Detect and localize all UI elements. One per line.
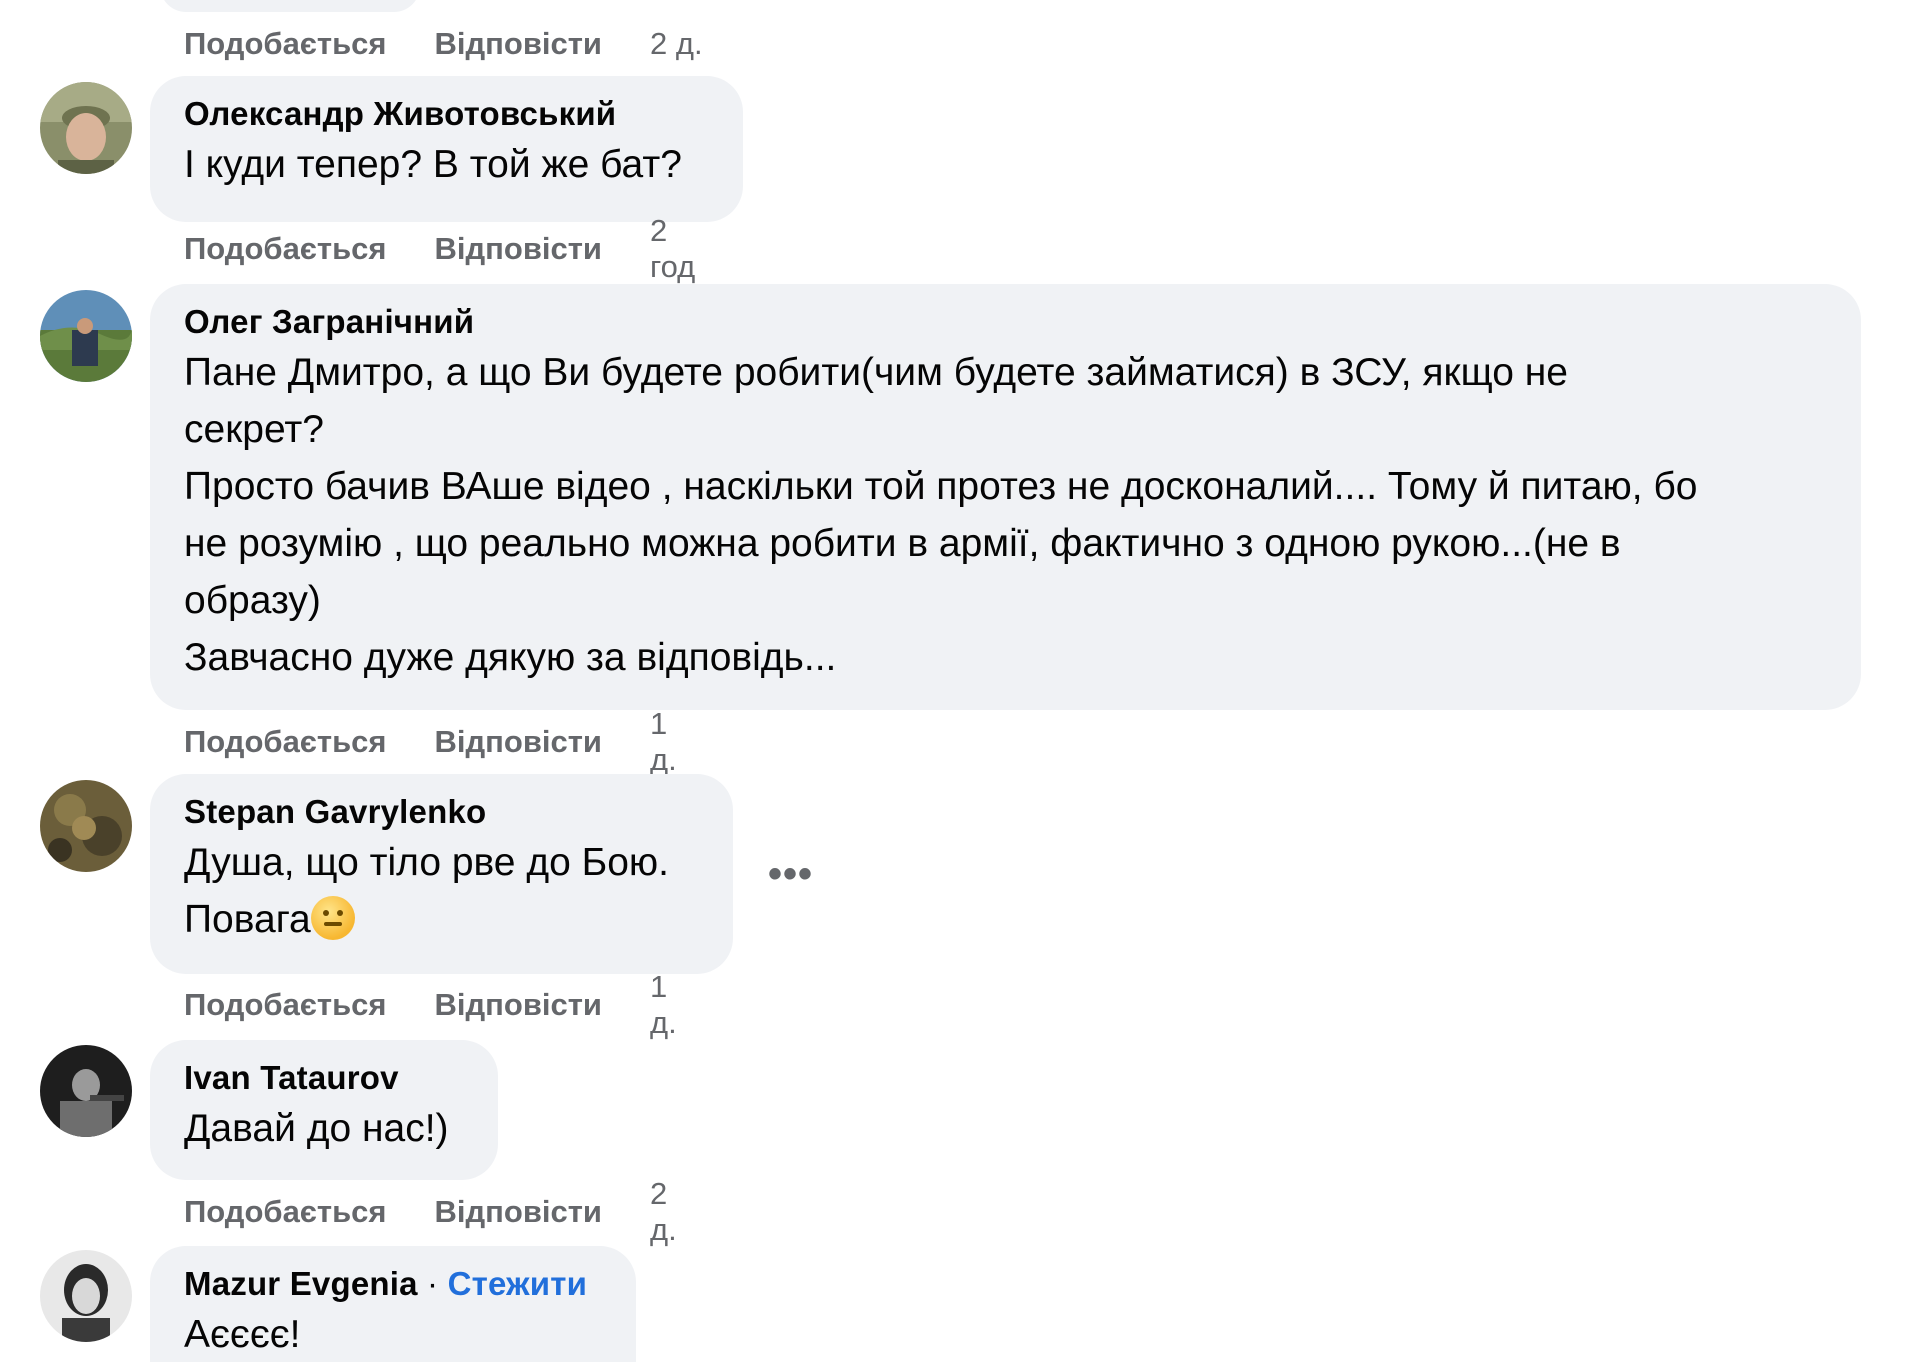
comment-author[interactable]: Ivan Tataurov bbox=[184, 1056, 464, 1100]
comment-timestamp[interactable]: 2 год bbox=[650, 213, 695, 285]
comment-author[interactable]: Олег Загранічний bbox=[184, 300, 1827, 344]
comment-timestamp[interactable]: 2 д. bbox=[650, 26, 703, 62]
previous-comment-actions: Подобається Відповісти 2 д. bbox=[184, 22, 703, 66]
comment-text-line: Повага bbox=[184, 898, 311, 941]
comment-timestamp[interactable]: 1 д. bbox=[650, 706, 677, 778]
comment-actions: Подобається Відповісти 2 год bbox=[184, 213, 695, 284]
comment-bubble: Олег Загранічний Пане Дмитро, а що Ви бу… bbox=[150, 284, 1861, 710]
comment-author[interactable]: Stepan Gavrylenko bbox=[184, 790, 699, 834]
avatar[interactable] bbox=[40, 290, 132, 382]
saluting-face-emoji bbox=[310, 896, 355, 940]
comment-author[interactable]: Олександр Животовський bbox=[184, 92, 709, 136]
comment-text: Пане Дмитро, а що Ви будете робити(чим б… bbox=[184, 351, 1698, 679]
comment-author[interactable]: Mazur Evgenia bbox=[184, 1265, 418, 1302]
avatar[interactable] bbox=[40, 780, 132, 872]
comment-timestamp[interactable]: 2 д. bbox=[650, 1176, 677, 1248]
comment-text: Душа, що тіло рве до Бою. Повага bbox=[184, 834, 699, 948]
like-button[interactable]: Подобається bbox=[184, 987, 387, 1023]
follow-link[interactable]: Стежити bbox=[448, 1265, 587, 1302]
comment-text: Давай до нас!) bbox=[184, 1107, 449, 1150]
reply-button[interactable]: Відповісти bbox=[435, 26, 603, 62]
reply-button[interactable]: Відповісти bbox=[435, 724, 603, 760]
comment-bubble: Mazur Evgenia · Стежити Аєєєє! bbox=[150, 1246, 636, 1362]
avatar[interactable] bbox=[40, 1045, 132, 1137]
avatar[interactable] bbox=[40, 82, 132, 174]
separator-dot: · bbox=[427, 1265, 439, 1302]
comment-actions: Подобається Відповісти 2 д. bbox=[184, 1176, 677, 1247]
like-button[interactable]: Подобається bbox=[184, 1194, 387, 1230]
more-options-icon[interactable]: ••• bbox=[768, 852, 813, 897]
like-button[interactable]: Подобається bbox=[184, 231, 387, 267]
previous-comment-bubble bbox=[160, 0, 420, 12]
comment-actions: Подобається Відповісти 1 д. bbox=[184, 706, 677, 777]
comment-bubble: Олександр Животовський І куди тепер? В т… bbox=[150, 76, 743, 222]
like-button[interactable]: Подобається bbox=[184, 724, 387, 760]
reply-button[interactable]: Відповісти bbox=[435, 231, 603, 267]
comment-text: Аєєєє! bbox=[184, 1313, 301, 1356]
comments-section: Подобається Відповісти 2 д. Олександр Жи… bbox=[0, 0, 1920, 1362]
comment-text: І куди тепер? В той же бат? bbox=[184, 143, 682, 186]
comment-bubble: Stepan Gavrylenko Душа, що тіло рве до Б… bbox=[150, 774, 733, 974]
comment-text-line: Душа, що тіло рве до Бою. bbox=[184, 841, 669, 884]
like-button[interactable]: Подобається bbox=[184, 26, 387, 62]
reply-button[interactable]: Відповісти bbox=[435, 987, 603, 1023]
avatar[interactable] bbox=[40, 1250, 132, 1342]
comment-actions: Подобається Відповісти 1 д. bbox=[184, 969, 677, 1040]
comment-author-row: Mazur Evgenia · Стежити bbox=[184, 1262, 602, 1306]
reply-button[interactable]: Відповісти bbox=[435, 1194, 603, 1230]
comment-timestamp[interactable]: 1 д. bbox=[650, 969, 677, 1041]
comment-bubble: Ivan Tataurov Давай до нас!) bbox=[150, 1040, 498, 1180]
